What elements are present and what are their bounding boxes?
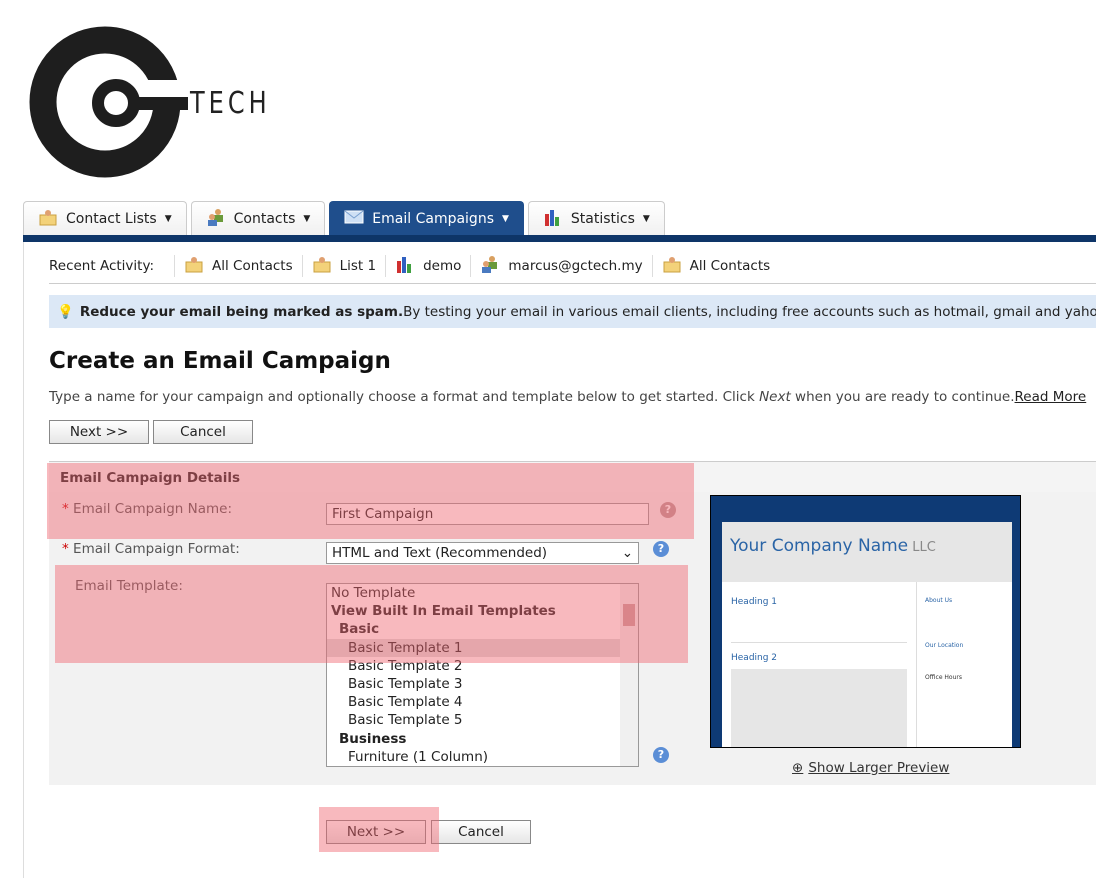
- chevron-down-icon: ⌄: [621, 545, 633, 561]
- tab-label: Contact Lists: [66, 211, 157, 227]
- campaign-format-select[interactable]: HTML and Text (Recommended) ⌄: [326, 542, 639, 564]
- tab-contact-lists[interactable]: Contact Lists ▼: [23, 201, 187, 236]
- contact-list-icon: [38, 208, 58, 230]
- desc-em: Next: [759, 389, 791, 405]
- help-icon[interactable]: ?: [653, 541, 669, 557]
- next-button-top[interactable]: Next >>: [49, 420, 149, 444]
- template-option[interactable]: Basic Template 4: [327, 693, 638, 711]
- cancel-button[interactable]: Cancel: [431, 820, 531, 844]
- highlight-overlay: [55, 565, 688, 663]
- caret-down-icon: ▼: [164, 214, 172, 224]
- recent-item-label: All Contacts: [689, 258, 771, 274]
- tab-contacts[interactable]: Contacts ▼: [190, 201, 326, 236]
- main-tabs: Contact Lists ▼ Contacts ▼ Email Campaigns ▼ S…: [23, 201, 665, 236]
- help-icon[interactable]: ?: [653, 747, 669, 763]
- format-value: HTML and Text (Recommended): [332, 545, 548, 561]
- recent-item-label: marcus@gctech.my: [508, 258, 643, 274]
- required-marker: *: [62, 541, 69, 557]
- template-option[interactable]: Basic Template 3: [327, 675, 638, 693]
- recent-item[interactable]: demo: [385, 255, 470, 277]
- contact-list-icon: [312, 255, 332, 277]
- label-text: Email Campaign Format:: [73, 541, 240, 557]
- preview-llc: LLC: [912, 540, 936, 555]
- lightbulb-icon: 💡: [57, 303, 74, 320]
- caret-down-icon: ▼: [502, 214, 509, 224]
- recent-item[interactable]: List 1: [301, 255, 385, 277]
- preview-company: Your Company Name: [730, 536, 909, 556]
- spam-tip: 💡 Reduce your email being marked as spam…: [49, 295, 1096, 328]
- highlight-overlay: [319, 807, 439, 852]
- template-option[interactable]: Business: [327, 730, 638, 748]
- read-more-link[interactable]: Read More: [1015, 389, 1087, 405]
- recent-item-label: All Contacts: [212, 258, 293, 274]
- preview-hours: Office Hours: [925, 674, 962, 681]
- content-border: [23, 242, 24, 878]
- page-title: Create an Email Campaign: [49, 348, 391, 374]
- tab-label: Contacts: [233, 211, 296, 227]
- recent-item-label: demo: [423, 258, 462, 274]
- template-option[interactable]: Basic Template 5: [327, 711, 638, 729]
- tab-label: Statistics: [570, 211, 635, 227]
- nav-bar: [23, 235, 1096, 242]
- cancel-button-top[interactable]: Cancel: [153, 420, 253, 444]
- logo-text: TECH: [190, 86, 271, 121]
- gc-logo: [29, 26, 188, 178]
- contact-list-icon: [184, 255, 204, 277]
- preview-heading-1: Heading 1: [731, 597, 778, 607]
- caret-down-icon: ▼: [642, 214, 650, 224]
- recent-item-label: List 1: [339, 258, 377, 274]
- recent-activity-label: Recent Activity:: [49, 258, 155, 274]
- recent-item[interactable]: All Contacts: [651, 255, 780, 277]
- tab-email-campaigns[interactable]: Email Campaigns ▼: [329, 201, 524, 236]
- zoom-in-icon: ⊕: [792, 760, 804, 776]
- highlight-overlay: [47, 463, 694, 493]
- recent-item[interactable]: marcus@gctech.my: [470, 255, 651, 277]
- preview-location: Our Location: [925, 642, 964, 649]
- show-larger-label: Show Larger Preview: [808, 760, 950, 776]
- recent-item[interactable]: All Contacts: [174, 255, 302, 277]
- contacts-icon: [480, 255, 500, 277]
- page-description: Type a name for your campaign and option…: [49, 389, 1086, 405]
- tab-label: Email Campaigns: [372, 211, 494, 227]
- template-option[interactable]: Furniture (1 Column): [327, 748, 638, 766]
- preview-heading-2: Heading 2: [731, 653, 778, 663]
- bar-chart-icon: [395, 255, 415, 277]
- divider: [49, 283, 1096, 284]
- envelope-icon: [344, 208, 364, 230]
- desc-text: Type a name for your campaign and option…: [49, 389, 760, 405]
- contact-list-icon: [662, 255, 682, 277]
- campaign-format-label: * Email Campaign Format:: [62, 541, 240, 557]
- highlight-overlay: [47, 493, 694, 539]
- show-larger-preview-link[interactable]: ⊕ Show Larger Preview: [792, 760, 949, 776]
- recent-activity: Recent Activity: All Contacts List 1 demo m…: [49, 255, 779, 277]
- preview-about: About Us: [925, 597, 953, 604]
- desc-text-2: when you are ready to continue.: [790, 389, 1015, 405]
- house-icon: [731, 669, 907, 747]
- tip-text: By testing your email in various email c…: [403, 303, 1096, 320]
- tip-bold: Reduce your email being marked as spam.: [79, 303, 404, 320]
- tab-statistics[interactable]: Statistics ▼: [527, 201, 665, 236]
- caret-down-icon: ▼: [303, 214, 311, 224]
- contacts-icon: [206, 208, 226, 230]
- template-preview[interactable]: Your Company Name LLC Heading 1 Heading …: [710, 495, 1021, 748]
- bar-chart-icon: [543, 208, 563, 230]
